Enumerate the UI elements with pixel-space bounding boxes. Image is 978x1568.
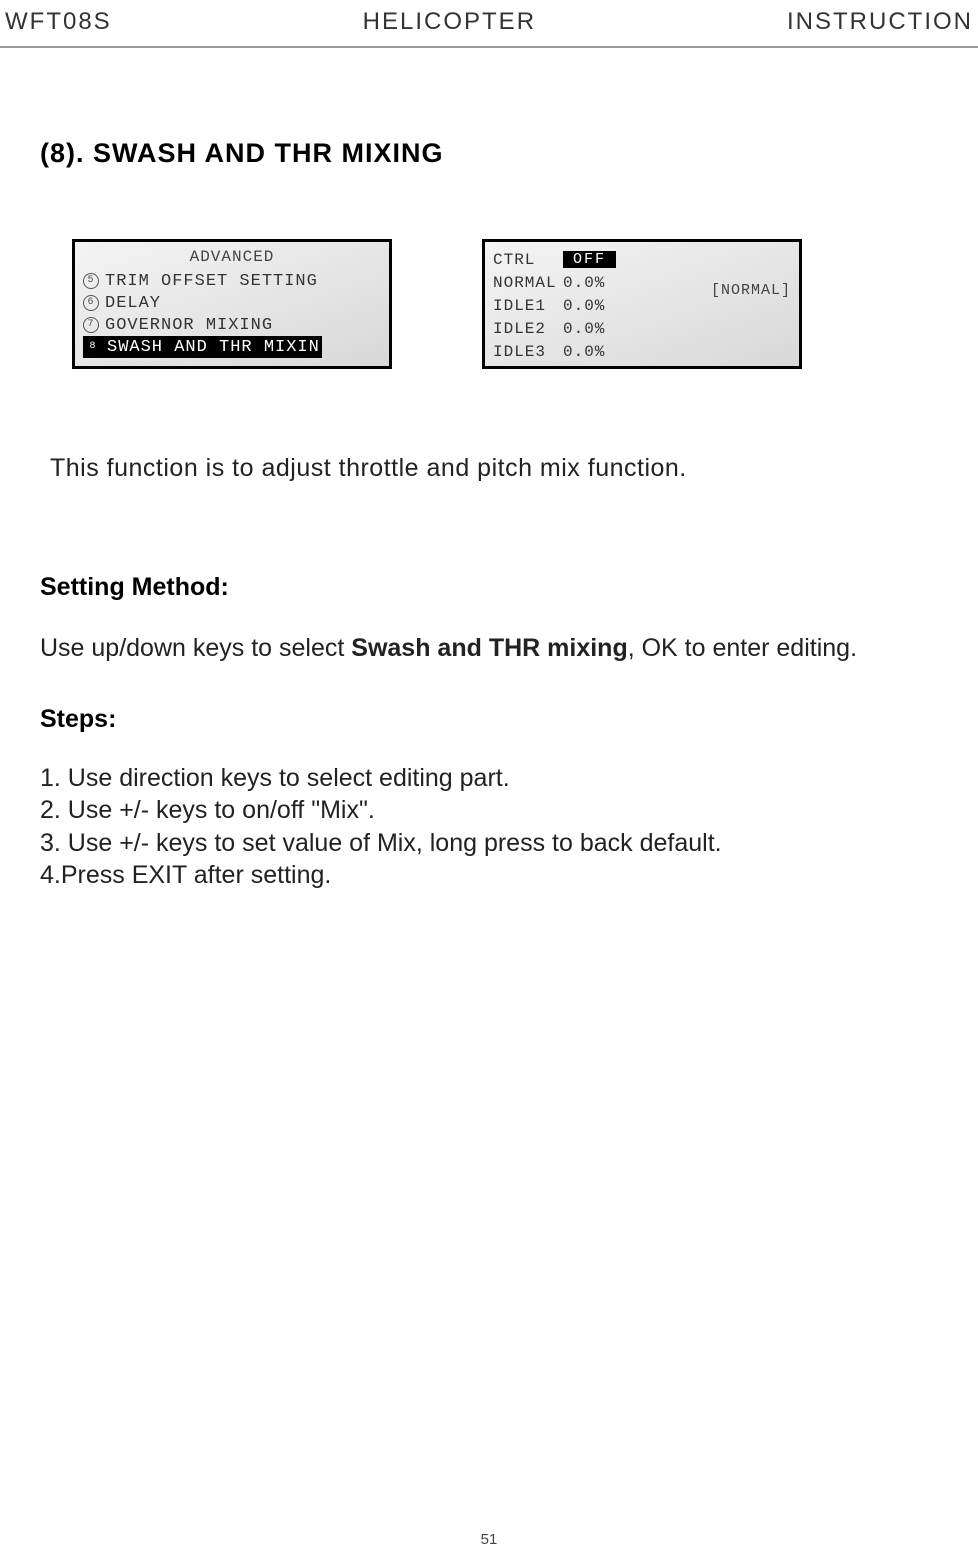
page-number: 51 xyxy=(481,1531,498,1548)
setting-row: IDLE3 0.0% xyxy=(493,340,791,363)
step-item: 3. Use +/- keys to set value of Mix, lon… xyxy=(40,827,938,860)
menu-item: 5 TRIM OFFSET SETTING xyxy=(83,270,381,292)
ctrl-value-badge: OFF xyxy=(563,251,616,268)
menu-number-icon: 5 xyxy=(83,273,99,289)
menu-number-icon: 6 xyxy=(83,295,99,311)
ctrl-row: CTRL OFF xyxy=(493,248,791,271)
step-item: 2. Use +/- keys to on/off "Mix". xyxy=(40,794,938,827)
menu-label: DELAY xyxy=(105,294,161,313)
menu-item-selected: 8 SWASH AND THR MIXIN xyxy=(83,336,322,358)
setting-method-text: Use up/down keys to select Swash and THR… xyxy=(40,632,938,665)
row-label: NORMAL xyxy=(493,274,563,292)
lcd-screenshot-settings: CTRL OFF NORMAL 0.0% IDLE1 0.0% IDLE2 0.… xyxy=(482,239,802,369)
row-value: 0.0% xyxy=(563,274,605,292)
text-bold: Swash and THR mixing xyxy=(351,634,627,662)
menu-item: 7 GOVERNOR MIXING xyxy=(83,314,381,336)
menu-label: TRIM OFFSET SETTING xyxy=(105,272,318,291)
steps-list: 1. Use direction keys to select editing … xyxy=(40,762,938,892)
menu-label: GOVERNOR MIXING xyxy=(105,316,273,335)
header-center: HELICOPTER xyxy=(363,8,536,36)
function-description: This function is to adjust throttle and … xyxy=(50,454,938,483)
section-title: (8). SWASH AND THR MIXING xyxy=(40,138,938,169)
mode-label: [NORMAL] xyxy=(711,282,791,299)
text-pre: Use up/down keys to select xyxy=(40,634,351,662)
row-label: IDLE2 xyxy=(493,320,563,338)
row-value: 0.0% xyxy=(563,297,605,315)
screenshots-row: ADVANCED 5 TRIM OFFSET SETTING 6 DELAY 7… xyxy=(72,239,938,369)
menu-number-icon: 7 xyxy=(83,317,99,333)
row-value: 0.0% xyxy=(563,343,605,361)
lcd-screenshot-menu: ADVANCED 5 TRIM OFFSET SETTING 6 DELAY 7… xyxy=(72,239,392,369)
header-right: INSTRUCTION xyxy=(787,8,973,36)
row-value: 0.0% xyxy=(563,320,605,338)
steps-title: Steps: xyxy=(40,705,938,734)
step-item: 4.Press EXIT after setting. xyxy=(40,859,938,892)
row-label: IDLE1 xyxy=(493,297,563,315)
menu-title: ADVANCED xyxy=(83,248,381,266)
menu-label: SWASH AND THR MIXIN xyxy=(107,338,320,357)
menu-number-icon: 8 xyxy=(85,339,101,355)
setting-method-title: Setting Method: xyxy=(40,573,938,602)
ctrl-label: CTRL xyxy=(493,251,563,269)
page-header: WFT08S HELICOPTER INSTRUCTION xyxy=(0,0,978,48)
step-item: 1. Use direction keys to select editing … xyxy=(40,762,938,795)
header-left: WFT08S xyxy=(5,8,112,36)
text-post: , OK to enter editing. xyxy=(628,634,857,662)
menu-item: 6 DELAY xyxy=(83,292,381,314)
row-label: IDLE3 xyxy=(493,343,563,361)
setting-row: IDLE2 0.0% xyxy=(493,317,791,340)
page-content: (8). SWASH AND THR MIXING ADVANCED 5 TRI… xyxy=(0,138,978,892)
